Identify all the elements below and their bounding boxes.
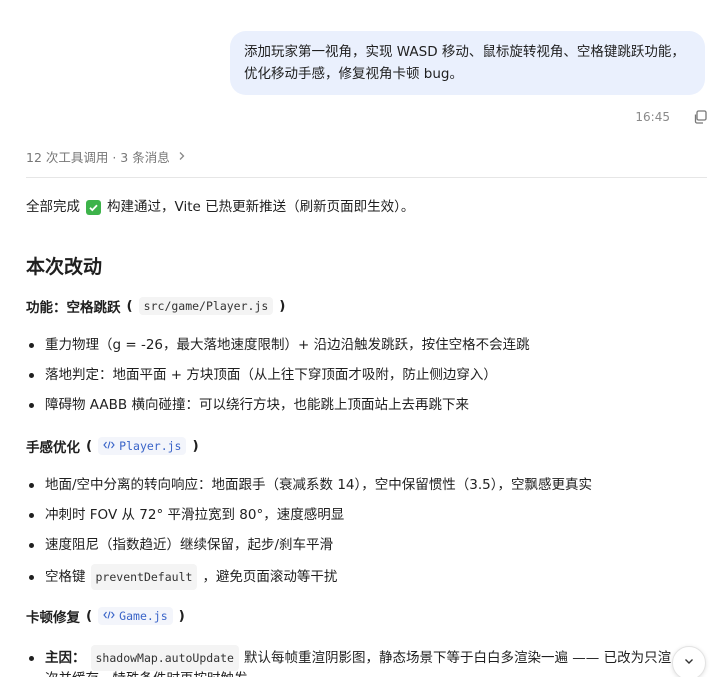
copy-icon[interactable] <box>690 107 710 127</box>
list-item: 速度阻尼（指数趋近）继续保留，起步/刹车平滑 <box>26 534 333 556</box>
list-item: 障碍物 AABB 横向碰撞：可以绕行方块，也能跳上顶面站上去再跳下来 <box>26 394 469 416</box>
fix-file-name: Game.js <box>119 609 168 623</box>
list-item: 冲刺时 FOV 从 72° 平滑拉宽到 80°，速度感明显 <box>26 504 344 526</box>
divider <box>26 177 707 178</box>
list-item-continuation: 次并缓存，特殊条件时再按时触发 <box>45 668 248 677</box>
fix-file-link[interactable]: Game.js <box>98 607 173 625</box>
fix-heading: 卡顿修复 ( Game.js ) <box>26 607 185 626</box>
code-icon <box>103 609 115 623</box>
check-icon <box>86 199 101 215</box>
feature-file-code: src/game/Player.js <box>138 297 274 315</box>
list-item: 重力物理（g = -26，最大落地速度限制）+ 沿边沿触发跳跃，按住空格不会连跳 <box>26 334 530 356</box>
list-item: 空格键 preventDefault ，避免页面滚动等干扰 <box>26 564 337 590</box>
feel-file-link[interactable]: Player.js <box>98 437 187 455</box>
list-item: 地面/空中分离的转向响应：地面跟手（衰减系数 14），空中保留惯性（3.5），空… <box>26 474 592 496</box>
scroll-to-bottom-button[interactable] <box>672 646 706 677</box>
message-time: 16:45 <box>635 110 670 124</box>
user-message-bubble: 添加玩家第一视角，实现 WASD 移动、鼠标旋转视角、空格键跳跃功能，优化移动手… <box>230 31 705 95</box>
tool-calls-summary[interactable]: 12 次工具调用 · 3 条消息 <box>26 147 187 166</box>
status-suffix: 构建通过，Vite 已热更新推送（刷新页面即生效）。 <box>107 199 415 215</box>
section-title: 本次改动 <box>26 256 103 278</box>
feel-heading: 手感优化 ( Player.js ) <box>26 437 199 456</box>
status-line: 全部完成 构建通过，Vite 已热更新推送（刷新页面即生效）。 <box>26 196 414 218</box>
message-meta: 16:45 <box>635 107 710 127</box>
tool-calls-summary-text: 12 次工具调用 · 3 条消息 <box>26 150 170 165</box>
status-prefix: 全部完成 <box>26 199 80 215</box>
feel-heading-text: 手感优化 <box>26 440 80 456</box>
feature-heading: 功能：空格跳跃 ( src/game/Player.js ) <box>26 297 286 316</box>
prevent-default-code: preventDefault <box>90 564 198 590</box>
feature-heading-text: 功能：空格跳跃 <box>26 300 121 316</box>
feel-file-name: Player.js <box>119 439 182 453</box>
chevron-right-icon <box>177 149 187 164</box>
user-message-text: 添加玩家第一视角，实现 WASD 移动、鼠标旋转视角、空格键跳跃功能，优化移动手… <box>244 44 685 82</box>
chevron-down-icon <box>683 655 695 671</box>
list-item: 落地判定：地面平面 + 方块顶面（从上往下穿顶面才吸附，防止侧边穿入） <box>26 364 497 386</box>
fix-heading-text: 卡顿修复 <box>26 610 80 626</box>
code-icon <box>103 439 115 453</box>
